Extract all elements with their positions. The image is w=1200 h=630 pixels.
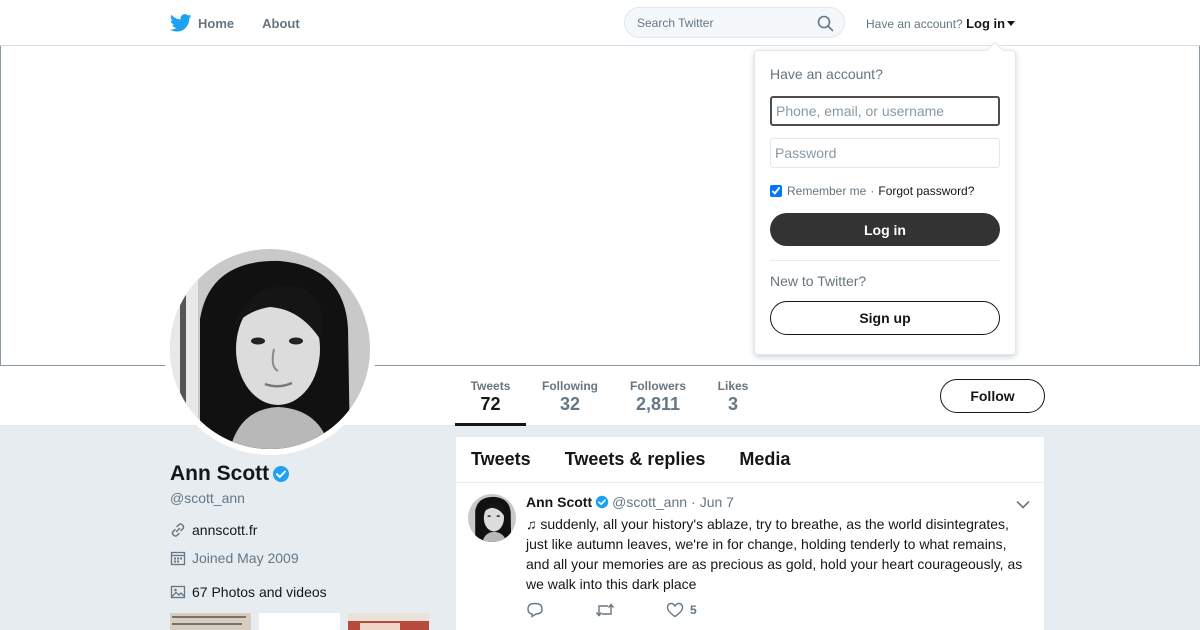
top-navigation-bar: Home About Have an account? Log in: [0, 0, 1200, 46]
tab-tweets-and-replies[interactable]: Tweets & replies: [565, 449, 706, 470]
password-field[interactable]: [770, 138, 1000, 168]
tweet-avatar-image: [468, 494, 516, 542]
follow-button[interactable]: Follow: [940, 379, 1045, 413]
login-link-label: Log in: [966, 16, 1006, 31]
stat-value: 2,811: [635, 394, 681, 414]
media-thumbnail[interactable]: [348, 613, 429, 630]
account-menu: Have an account? Log in: [866, 16, 1016, 31]
login-dropdown-heading: Have an account?: [770, 66, 883, 82]
profile-fullname: Ann Scott: [170, 462, 440, 486]
profile-handle[interactable]: @scott_ann: [170, 490, 440, 506]
remember-me-label: Remember me: [787, 184, 867, 198]
media-thumbnail[interactable]: [170, 613, 251, 630]
stat-tweets[interactable]: Tweets 72: [455, 366, 526, 426]
calendar-icon: [170, 551, 186, 566]
stat-value: 72: [480, 394, 501, 414]
tweet-text: ♫ suddenly, all your history's ablaze, t…: [526, 516, 1023, 592]
retweet-icon: [595, 603, 615, 617]
tweet-author-name[interactable]: Ann Scott: [526, 494, 592, 510]
forgot-password-link[interactable]: Forgot password?: [878, 184, 974, 198]
login-button[interactable]: Log in: [770, 213, 1000, 246]
verified-badge-icon: [595, 495, 609, 509]
login-dropdown-toggle[interactable]: Log in: [966, 16, 1016, 31]
stat-label: Likes: [717, 379, 749, 393]
reply-icon: [527, 602, 543, 618]
chevron-down-icon[interactable]: [1016, 500, 1030, 510]
about-link[interactable]: About: [262, 16, 300, 31]
have-account-text: Have an account?: [866, 17, 963, 31]
tab-tweets[interactable]: Tweets: [471, 449, 531, 470]
remember-separator: ·: [870, 184, 875, 198]
profile-joined-row: Joined May 2009: [170, 550, 440, 566]
photo-icon: [170, 585, 186, 599]
twitter-bird-icon: [170, 14, 192, 32]
caret-down-icon: [1007, 21, 1016, 26]
tweet-author-handle[interactable]: @scott_ann: [612, 494, 687, 510]
tweet[interactable]: Ann Scott @scott_ann · Jun 7 ♫ suddenly,…: [456, 483, 1044, 630]
stat-followers[interactable]: Followers 2,811: [626, 366, 690, 426]
search-box: [624, 7, 845, 38]
stat-value: 32: [559, 394, 581, 414]
stat-label: Tweets: [470, 379, 511, 393]
remember-me-checkbox[interactable]: [770, 185, 782, 197]
nav-left: Home About: [170, 0, 328, 46]
heart-icon: [666, 602, 684, 618]
like-count: 5: [690, 603, 697, 617]
remember-me-row: Remember me · Forgot password?: [770, 184, 974, 198]
search-icon[interactable]: [817, 15, 834, 32]
profile-website-row: annscott.fr: [170, 522, 440, 538]
tweet-timestamp[interactable]: Jun 7: [700, 494, 734, 510]
signup-button[interactable]: Sign up: [770, 301, 1000, 335]
username-field[interactable]: [770, 96, 1000, 126]
profile-avatar[interactable]: [164, 243, 376, 455]
stat-value: 3: [727, 394, 738, 414]
thumbnail-image: [348, 613, 429, 630]
reply-button[interactable]: [526, 602, 550, 618]
tweet-avatar[interactable]: [468, 494, 516, 542]
media-thumbnails: [170, 613, 437, 630]
retweet-button[interactable]: [595, 602, 621, 618]
timeline: Tweets Tweets & replies Media Ann Scott …: [456, 437, 1044, 630]
avatar-portrait-image: [170, 249, 370, 449]
profile-name[interactable]: Ann Scott: [170, 462, 269, 486]
link-icon: [171, 523, 185, 537]
verified-badge-icon: [273, 466, 290, 482]
search-input[interactable]: [625, 8, 811, 37]
profile-website-link[interactable]: annscott.fr: [192, 522, 257, 538]
stat-label: Following: [542, 379, 598, 393]
tweet-actions: 5: [526, 602, 742, 618]
photos-videos-link[interactable]: 67 Photos and videos: [170, 584, 440, 600]
thumbnail-image: [170, 613, 251, 630]
avatar: [170, 249, 370, 449]
tweet-separator: ·: [691, 494, 696, 510]
media-thumbnail[interactable]: [259, 613, 340, 630]
tweet-header: Ann Scott @scott_ann · Jun 7: [526, 494, 734, 510]
dropdown-divider: [770, 260, 1000, 261]
stat-likes[interactable]: Likes 3: [713, 366, 753, 426]
profile-joined-date: Joined May 2009: [192, 550, 299, 566]
home-link[interactable]: Home: [170, 14, 234, 32]
timeline-tabs: Tweets Tweets & replies Media: [456, 437, 1044, 483]
profile-card: Ann Scott @scott_ann annscott.fr Joined …: [170, 462, 440, 630]
tab-media[interactable]: Media: [739, 449, 790, 470]
stat-label: Followers: [629, 379, 686, 393]
home-label: Home: [198, 15, 235, 31]
photos-videos-label: 67 Photos and videos: [192, 584, 327, 600]
like-button[interactable]: 5: [666, 602, 697, 618]
login-dropdown: Have an account? Remember me · Forgot pa…: [754, 41, 1016, 355]
new-to-twitter-text: New to Twitter?: [770, 273, 867, 289]
stat-following[interactable]: Following 32: [538, 366, 602, 426]
about-label: About: [262, 15, 300, 31]
